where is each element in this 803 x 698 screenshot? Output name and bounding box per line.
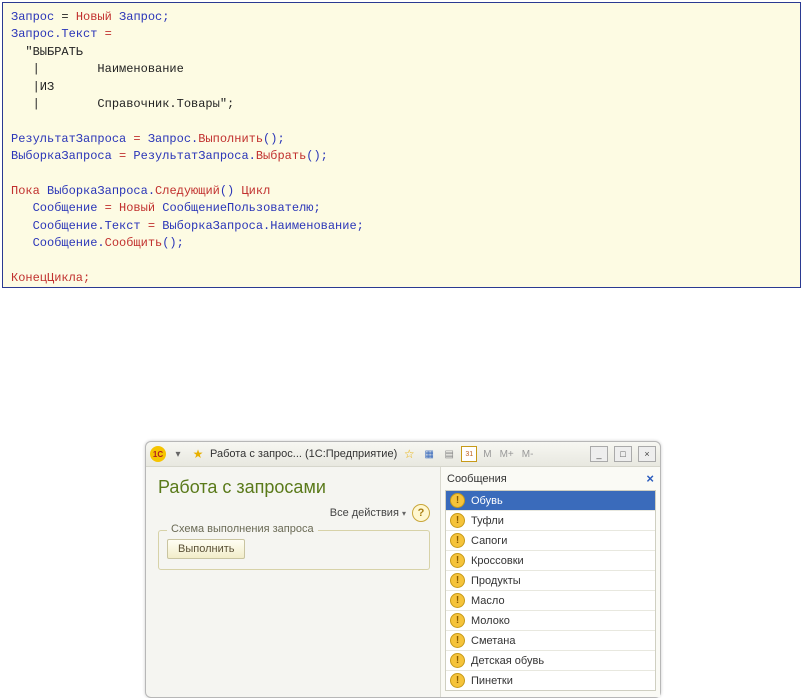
app-logo-icon: 1C xyxy=(150,446,166,462)
form-pane: Работа с запросами Все действия ▾ ? Схем… xyxy=(146,467,440,697)
all-actions-link[interactable]: Все действия ▾ xyxy=(330,507,406,519)
titlebar[interactable]: 1C ▾ ★ Работа с запрос... (1С:Предприяти… xyxy=(146,442,660,467)
calc-icon[interactable]: ▤ xyxy=(441,446,457,462)
fieldset-legend: Схема выполнения запроса xyxy=(167,523,318,535)
message-text: Сметана xyxy=(471,635,515,647)
code-editor[interactable]: Запрос = Новый Запрос; Запрос.Текст = "В… xyxy=(2,2,801,288)
message-text: Туфли xyxy=(471,515,504,527)
message-text: Сапоги xyxy=(471,535,507,547)
messages-title: Сообщения xyxy=(447,473,507,485)
messages-pane: Сообщения × ! Обувь! Туфли! Сапоги! Кроссовк… xyxy=(440,467,660,697)
message-item[interactable]: ! Масло xyxy=(446,591,655,611)
mem-m[interactable]: M xyxy=(481,449,493,460)
run-button[interactable]: Выполнить xyxy=(167,539,245,559)
message-item[interactable]: ! Продукты xyxy=(446,571,655,591)
message-item[interactable]: ! Кроссовки xyxy=(446,551,655,571)
calendar-icon[interactable]: 31 xyxy=(461,446,477,462)
star-icon[interactable]: ☆ xyxy=(401,446,417,462)
message-item[interactable]: ! Сапоги xyxy=(446,531,655,551)
messages-close-icon[interactable]: × xyxy=(646,471,654,486)
message-item[interactable]: ! Сметана xyxy=(446,631,655,651)
fieldset-schema: Схема выполнения запроса Выполнить xyxy=(158,530,430,570)
minimize-button[interactable]: _ xyxy=(590,446,608,462)
info-icon: ! xyxy=(450,533,465,548)
chevron-down-icon: ▾ xyxy=(402,509,406,518)
mem-mminus[interactable]: M- xyxy=(520,449,536,460)
message-text: Молоко xyxy=(471,615,510,627)
info-icon: ! xyxy=(450,553,465,568)
message-item[interactable]: ! Пинетки xyxy=(446,671,655,690)
messages-list[interactable]: ! Обувь! Туфли! Сапоги! Кроссовки! Продукты! М… xyxy=(445,490,656,691)
info-icon: ! xyxy=(450,513,465,528)
info-icon: ! xyxy=(450,633,465,648)
dropdown-icon[interactable]: ▾ xyxy=(170,446,186,462)
message-item[interactable]: ! Туфли xyxy=(446,511,655,531)
info-icon: ! xyxy=(450,613,465,628)
message-text: Детская обувь xyxy=(471,655,544,667)
link-icon[interactable]: ▦ xyxy=(421,446,437,462)
message-item[interactable]: ! Детская обувь xyxy=(446,651,655,671)
message-text: Кроссовки xyxy=(471,555,524,567)
info-icon: ! xyxy=(450,573,465,588)
message-text: Обувь xyxy=(471,495,503,507)
message-text: Пинетки xyxy=(471,675,513,687)
info-icon: ! xyxy=(450,653,465,668)
maximize-button[interactable]: □ xyxy=(614,446,632,462)
message-item[interactable]: ! Обувь xyxy=(446,491,655,511)
info-icon: ! xyxy=(450,673,465,688)
message-text: Продукты xyxy=(471,575,521,587)
favorite-icon[interactable]: ★ xyxy=(190,446,206,462)
help-icon[interactable]: ? xyxy=(412,504,430,522)
message-item[interactable]: ! Молоко xyxy=(446,611,655,631)
message-text: Масло xyxy=(471,595,505,607)
app-window: 1C ▾ ★ Работа с запрос... (1С:Предприяти… xyxy=(145,441,661,698)
info-icon: ! xyxy=(450,493,465,508)
window-title: Работа с запрос... (1С:Предприятие) xyxy=(210,448,397,460)
info-icon: ! xyxy=(450,593,465,608)
mem-mplus[interactable]: M+ xyxy=(498,449,516,460)
form-title: Работа с запросами xyxy=(158,477,430,498)
close-button[interactable]: × xyxy=(638,446,656,462)
